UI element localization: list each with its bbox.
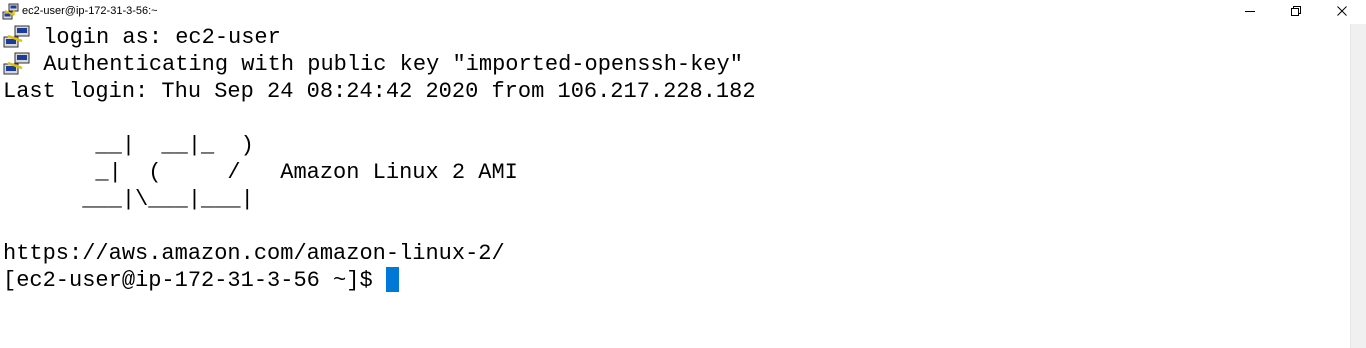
- shell-prompt: [ec2-user@ip-172-31-3-56 ~]$: [3, 268, 386, 293]
- putty-window: ec2-user@ip-172-31-3-56:~ login as: ec2-…: [0, 0, 1366, 348]
- putty-icon: [2, 3, 19, 20]
- window-title: ec2-user@ip-172-31-3-56:~: [22, 5, 158, 17]
- vertical-scrollbar[interactable]: [1350, 24, 1366, 348]
- text-cursor: [385, 267, 399, 292]
- banner-line-2: _| ( / Amazon Linux 2 AMI: [3, 160, 518, 185]
- banner-line-3: ___|\___|___|: [3, 187, 254, 212]
- close-icon: [1337, 6, 1347, 16]
- minimize-button[interactable]: [1227, 0, 1273, 22]
- banner-line-1: __| __|_ ): [3, 133, 254, 158]
- terminal-line-url: https://aws.amazon.com/amazon-linux-2/: [3, 241, 505, 266]
- restore-button[interactable]: [1273, 0, 1319, 22]
- terminal-line-login: login as: ec2-user: [30, 25, 281, 50]
- terminal-line-auth: Authenticating with public key "imported…: [30, 52, 743, 77]
- shell-prompt-line[interactable]: [ec2-user@ip-172-31-3-56 ~]$: [3, 267, 399, 294]
- minimize-icon: [1245, 11, 1255, 12]
- terminal-line-last-login: Last login: Thu Sep 24 08:24:42 2020 fro…: [3, 79, 756, 104]
- terminal-area[interactable]: login as: ec2-user Authenticating with p…: [0, 24, 1350, 348]
- putty-icon: [3, 25, 30, 48]
- close-button[interactable]: [1319, 0, 1365, 22]
- restore-icon: [1291, 6, 1301, 16]
- title-bar[interactable]: ec2-user@ip-172-31-3-56:~: [0, 0, 1366, 24]
- putty-icon: [3, 52, 30, 75]
